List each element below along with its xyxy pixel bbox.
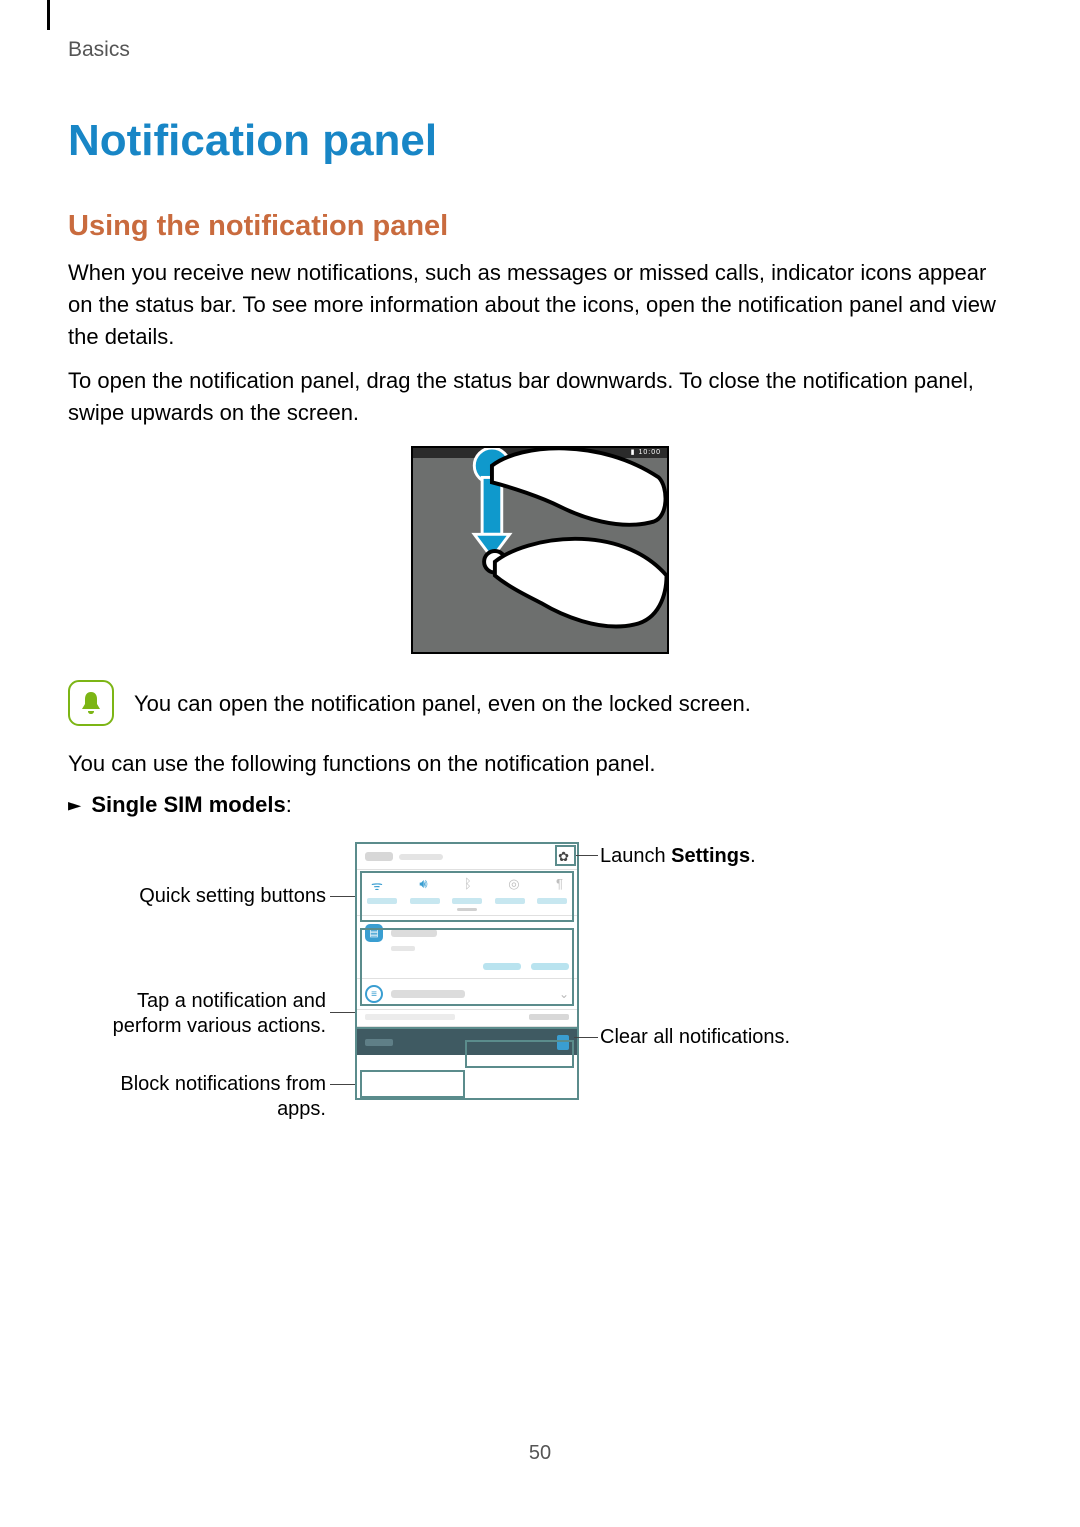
callout-block-notifications: Block notifications from apps. [71, 1072, 326, 1122]
bell-icon [68, 680, 114, 726]
single-sim-label: ► Single SIM models: [68, 792, 1012, 818]
callout-clear-all: Clear all notifications. [600, 1025, 790, 1050]
gesture-illustration: ▮ 10:00 [411, 446, 669, 654]
paragraph-functions: You can use the following functions on t… [68, 748, 1012, 780]
leader-line [330, 1012, 355, 1013]
highlight-settings [555, 845, 576, 866]
highlight-clear [465, 1040, 574, 1068]
callout-quick-buttons: Quick setting buttons [116, 884, 326, 909]
breadcrumb: Basics [68, 38, 1012, 62]
page-edge-rule [47, 0, 50, 30]
section-heading: Using the notification panel [68, 210, 1012, 243]
paragraph-intro: When you receive new notifications, such… [68, 257, 1012, 353]
highlight-notif [360, 928, 574, 1006]
leader-line [330, 896, 355, 897]
leader-line [574, 1037, 598, 1038]
leader-line [330, 1084, 355, 1085]
highlight-block [360, 1070, 465, 1098]
page-number: 50 [0, 1442, 1080, 1465]
callout-launch-settings: Launch Settings. [600, 844, 756, 869]
panel-clear-row [357, 1010, 577, 1027]
panel-header: ✿ [357, 844, 577, 870]
tip-row: You can open the notification panel, eve… [68, 680, 1012, 726]
callout-tap-notification: Tap a notification and perform various a… [71, 989, 326, 1039]
paragraph-open-close: To open the notification panel, drag the… [68, 365, 1012, 429]
tip-text: You can open the notification panel, eve… [134, 688, 751, 720]
leader-line [576, 855, 598, 856]
page-title: Notification panel [68, 116, 1012, 166]
page-content: Basics Notification panel Using the noti… [0, 0, 1080, 1116]
notification-panel-diagram: ✿ ᯤ 🔊︎ ᛒ ◎ ¶ ▤ ≡ ⌄ [66, 842, 1006, 1116]
highlight-quick [360, 871, 574, 922]
swipe-down-drawing [413, 448, 667, 652]
triangle-bullet-icon: ► [68, 793, 81, 818]
